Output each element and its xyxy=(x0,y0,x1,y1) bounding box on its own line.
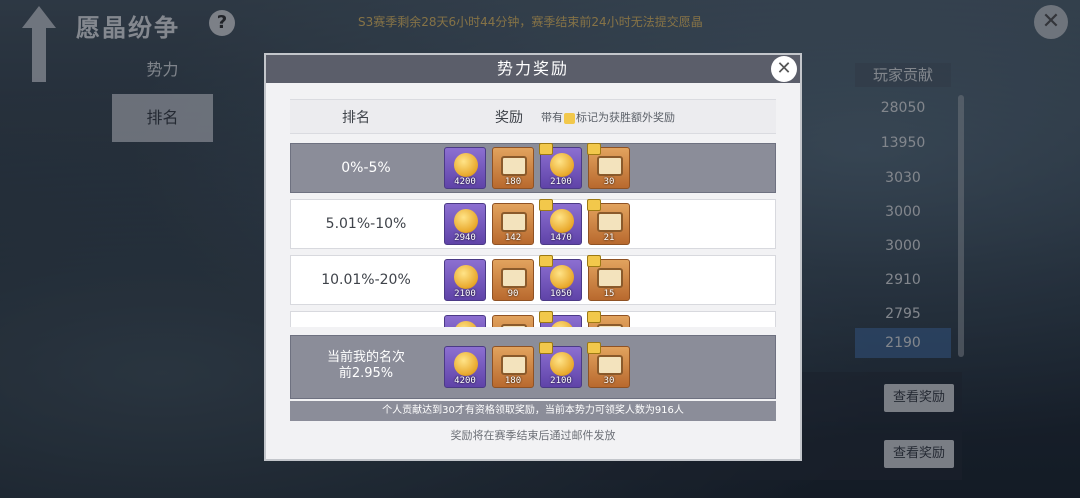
treasure-chest-icon[interactable]: 30 xyxy=(587,143,630,189)
bonus-flag-icon xyxy=(587,143,601,155)
bonus-flag-icon xyxy=(564,112,575,124)
eligibility-note: 个人贡献达到30才有资格领取奖励，当前本势力可领奖人数为916人 xyxy=(290,401,776,421)
reward-column-label: 奖励 xyxy=(495,110,523,126)
treasure-chest-icon[interactable]: 180 xyxy=(492,147,534,189)
treasure-chest-icon[interactable]: 180 xyxy=(492,346,534,388)
my-rank-row: 当前我的名次 前2.95% 4200 180 2100 30 xyxy=(290,335,776,399)
wish-coin-icon[interactable]: 2940 xyxy=(444,203,486,245)
mail-delivery-note: 奖励将在赛季结束后通过邮件发放 xyxy=(450,429,616,442)
rank-range: 5.01%-10% xyxy=(325,216,407,232)
bonus-flag-icon xyxy=(587,255,601,267)
item-quantity: 4200 xyxy=(454,376,476,386)
treasure-chest-icon[interactable]: 15 xyxy=(587,255,630,301)
dialog-close-icon[interactable]: ✕ xyxy=(771,56,797,82)
item-quantity: 180 xyxy=(504,376,522,386)
reward-row[interactable]: 10.01%-20% 2100 90 1050 15 xyxy=(290,255,776,305)
treasure-chest-icon[interactable]: 142 xyxy=(492,203,534,245)
item-quantity: 2100 xyxy=(454,289,476,299)
item-quantity: 90 xyxy=(507,289,519,299)
reward-list[interactable]: 0%-5% 4200 180 2100 30 5.01%-10% 2940 14… xyxy=(290,143,776,327)
treasure-chest-icon[interactable]: 30 xyxy=(587,342,630,388)
item-quantity: 180 xyxy=(504,177,522,187)
item-quantity: 2100 xyxy=(550,177,572,187)
wish-coin-icon[interactable]: 2100 xyxy=(539,342,582,388)
item-quantity: 15 xyxy=(603,289,615,299)
rank-range: 0%-5% xyxy=(341,160,391,176)
reward-row[interactable]: 0%-5% 4200 180 2100 30 xyxy=(290,143,776,193)
item-quantity: 21 xyxy=(603,233,615,243)
my-rank-label: 当前我的名次 前2.95% xyxy=(291,350,441,382)
wish-coin-icon[interactable]: 2100 xyxy=(444,259,486,301)
bonus-flag-icon xyxy=(539,199,553,211)
bonus-note-prefix: 带有 xyxy=(541,111,563,124)
wish-coin-icon[interactable]: 4200 xyxy=(444,346,486,388)
bonus-flag-icon xyxy=(539,143,553,155)
treasure-chest-icon[interactable] xyxy=(492,315,534,327)
bonus-flag-icon xyxy=(587,342,601,354)
bonus-flag-icon xyxy=(539,311,553,323)
rank-range xyxy=(291,312,441,327)
bonus-flag-icon xyxy=(587,311,601,323)
bonus-note: 带有 标记为获胜额外奖励 xyxy=(541,109,675,125)
treasure-chest-icon[interactable]: 90 xyxy=(492,259,534,301)
wish-coin-icon[interactable]: 4200 xyxy=(444,147,486,189)
bonus-flag-icon xyxy=(539,342,553,354)
rank-column-label: 排名 xyxy=(342,110,370,126)
item-quantity: 4200 xyxy=(454,177,476,187)
bonus-flag-icon xyxy=(539,255,553,267)
wish-coin-icon[interactable]: 1050 xyxy=(539,255,582,301)
my-rank-title: 当前我的名次 xyxy=(326,350,405,365)
reward-row[interactable] xyxy=(290,311,776,327)
item-quantity: 30 xyxy=(603,177,615,187)
rank-range: 10.01%-20% xyxy=(321,272,411,288)
wish-coin-icon[interactable] xyxy=(444,315,486,327)
item-quantity: 1050 xyxy=(550,289,572,299)
faction-reward-dialog: 势力奖励 ✕ 排名 奖励 带有 标记为获胜额外奖励 0%-5% 4200 180 … xyxy=(264,53,802,461)
dialog-title: 势力奖励 xyxy=(266,55,800,83)
wish-coin-icon[interactable]: 2100 xyxy=(539,143,582,189)
bonus-flag-icon xyxy=(587,199,601,211)
my-rank-percent: 前2.95% xyxy=(338,366,394,381)
item-quantity: 1470 xyxy=(550,233,572,243)
treasure-chest-icon[interactable]: 21 xyxy=(587,199,630,245)
treasure-chest-icon[interactable] xyxy=(587,311,630,327)
item-quantity: 2940 xyxy=(454,233,476,243)
bonus-note-suffix: 标记为获胜额外奖励 xyxy=(576,111,675,124)
item-quantity: 142 xyxy=(504,233,522,243)
reward-row[interactable]: 5.01%-10% 2940 142 1470 21 xyxy=(290,199,776,249)
wish-coin-icon[interactable]: 1470 xyxy=(539,199,582,245)
wish-coin-icon[interactable] xyxy=(539,311,582,327)
item-quantity: 30 xyxy=(603,376,615,386)
reward-table-header: 排名 奖励 带有 标记为获胜额外奖励 xyxy=(290,99,776,134)
item-quantity: 2100 xyxy=(550,376,572,386)
